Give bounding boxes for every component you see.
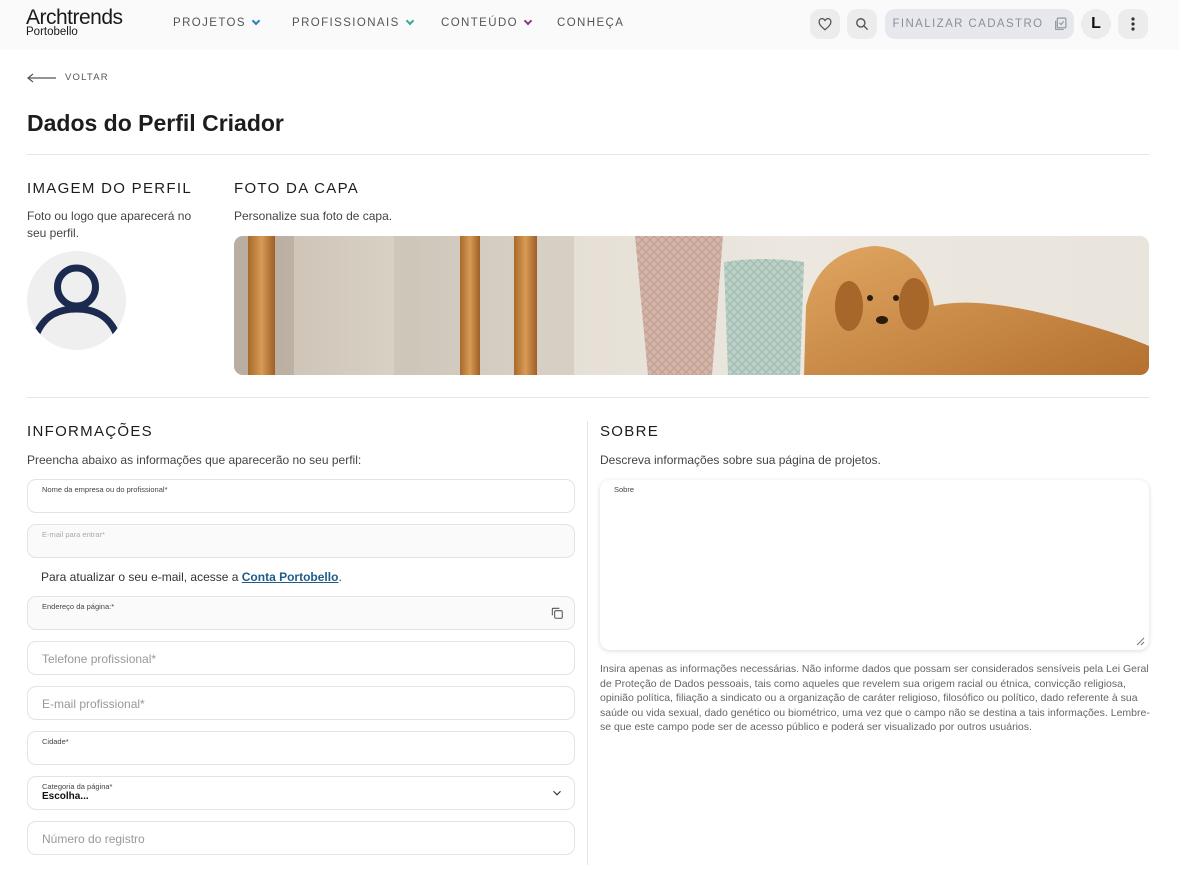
cover-photo[interactable] <box>234 236 1149 375</box>
registry-number-placeholder: Número do registro <box>42 832 145 846</box>
section-divider <box>27 154 1149 155</box>
back-label: VOLTAR <box>65 72 109 83</box>
professional-email-field[interactable]: E-mail profissional* <box>27 686 575 720</box>
privacy-notice: Insira apenas as informações necessárias… <box>600 663 1150 733</box>
search-button[interactable] <box>847 9 877 39</box>
user-placeholder-icon <box>33 264 120 337</box>
info-description: Preencha abaixo as informações que apare… <box>27 453 362 467</box>
email-note-prefix: Para atualizar o seu e-mail, acesse a <box>41 570 242 584</box>
profile-image-upload[interactable] <box>27 251 126 350</box>
archtrends-logo[interactable]: Archtrends Portobello <box>26 7 123 39</box>
search-icon <box>856 18 868 30</box>
nav-conteudo-label: CONTEÚDO <box>441 17 519 29</box>
profile-image-title: IMAGEM DO PERFIL <box>27 180 192 197</box>
logo-title: Archtrends <box>26 6 123 29</box>
about-textarea[interactable]: Sobre <box>600 480 1149 650</box>
cover-image <box>234 236 1149 375</box>
cover-description: Personalize sua foto de capa. <box>234 209 393 223</box>
section-divider <box>27 397 1149 398</box>
city-label: Cidade* <box>42 737 69 746</box>
registry-number-field[interactable]: Número do registro <box>27 821 575 855</box>
professional-email-placeholder: E-mail profissional* <box>42 697 145 711</box>
company-name-label: Nome da empresa ou do profissional* <box>42 485 168 494</box>
phone-placeholder: Telefone profissional* <box>42 652 157 666</box>
chevron-down-icon <box>523 16 533 26</box>
login-email-label: E-mail para entrar* <box>42 530 105 539</box>
info-title: INFORMAÇÕES <box>27 423 153 440</box>
checklist-icon <box>1054 17 1066 30</box>
category-label: Categoria da página* <box>42 782 113 791</box>
chevron-down-icon <box>251 16 261 26</box>
category-value: Escolha... <box>42 791 89 802</box>
column-divider <box>587 421 588 865</box>
nav-profissionais[interactable]: PROFISSIONAIS <box>292 16 414 29</box>
nav-projetos-label: PROJETOS <box>173 17 246 29</box>
company-name-field[interactable]: Nome da empresa ou do profissional* <box>27 479 575 513</box>
heart-icon <box>818 17 832 31</box>
nav-conheca-label: CONHEÇA <box>557 17 625 29</box>
back-link[interactable]: VOLTAR <box>27 72 109 83</box>
arrow-left-icon <box>27 73 56 82</box>
favorites-button[interactable] <box>810 9 840 39</box>
user-initial: L <box>1091 15 1101 32</box>
cover-title: FOTO DA CAPA <box>234 180 360 197</box>
page-address-label: Endereço da página:* <box>42 602 115 611</box>
page-address-field[interactable]: Endereço da página:* <box>27 596 575 630</box>
chevron-down-icon <box>553 790 561 796</box>
about-title: SOBRE <box>600 423 660 440</box>
nav-conteudo[interactable]: CONTEÚDO <box>441 16 533 29</box>
top-navigation-bar: Archtrends Portobello PROJETOS PROFISSIO… <box>0 0 1179 50</box>
about-textarea-label: Sobre <box>614 485 635 494</box>
phone-field[interactable]: Telefone profissional* <box>27 641 575 675</box>
user-avatar-button[interactable]: L <box>1081 9 1111 39</box>
login-email-field[interactable]: E-mail para entrar* <box>27 524 575 558</box>
chevron-down-icon <box>405 16 414 26</box>
about-description: Descreva informações sobre sua página de… <box>600 453 881 467</box>
email-update-note: Para atualizar o seu e-mail, acesse a Co… <box>41 570 342 584</box>
finalizar-cadastro-label: FINALIZAR CADASTRO <box>892 18 1044 30</box>
nav-conheca[interactable]: CONHEÇA <box>557 17 624 29</box>
nav-profissionais-label: PROFISSIONAIS <box>292 17 400 29</box>
nav-projetos[interactable]: PROJETOS <box>173 16 261 29</box>
conta-portobello-link[interactable]: Conta Portobello <box>242 570 339 584</box>
resize-handle-icon[interactable] <box>1136 637 1145 646</box>
copy-icon[interactable] <box>550 606 564 620</box>
finalizar-cadastro-button[interactable]: FINALIZAR CADASTRO <box>885 9 1074 39</box>
profile-image-description: Foto ou logo que aparecerá no seu perfil… <box>27 209 192 240</box>
email-note-suffix: . <box>338 570 342 584</box>
category-select[interactable]: Categoria da página* Escolha... <box>27 776 575 810</box>
page-title: Dados do Perfil Criador <box>27 110 284 136</box>
city-field[interactable]: Cidade* <box>27 731 575 765</box>
more-vertical-icon <box>1131 17 1135 31</box>
more-options-button[interactable] <box>1118 9 1148 39</box>
